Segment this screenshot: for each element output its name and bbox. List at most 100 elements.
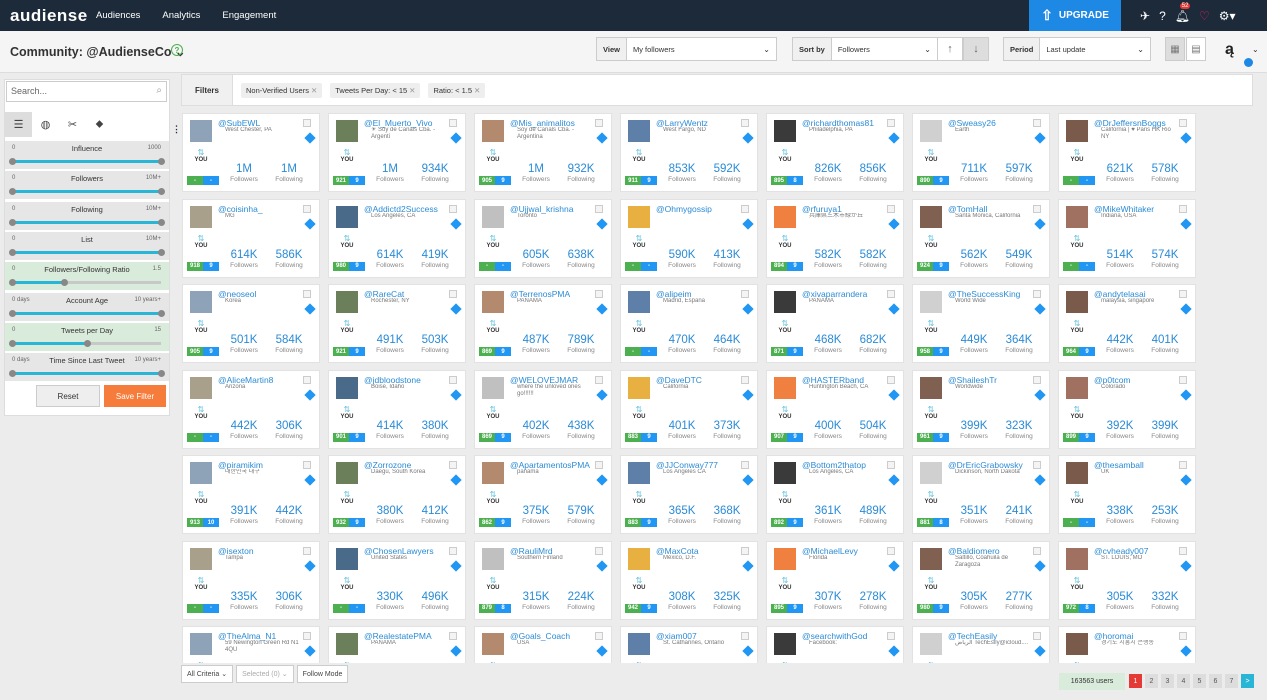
select-checkbox[interactable] [595,375,603,384]
profile-picture[interactable] [628,547,650,570]
profile-picture[interactable] [482,462,504,484]
slider-track[interactable] [9,339,161,347]
profile-picture[interactable] [336,205,358,228]
slider-track[interactable] [9,309,165,317]
rocket-icon[interactable]: ✈ [1140,9,1150,23]
tag-icon[interactable] [742,559,754,572]
tag-icon[interactable] [742,217,754,230]
search-input[interactable]: Search... ⌕ [6,81,167,102]
user-card[interactable]: @DaveDTC California ⇅ YOU 883 9 401K Followers 3… [620,369,758,449]
slider-3[interactable]: 0 List 10M+ [5,231,169,261]
sort-descending-button[interactable]: ↓ [963,37,989,61]
list-view-icon[interactable]: ▤ [1186,37,1206,61]
profile-picture[interactable] [1066,291,1088,313]
gear-icon[interactable]: ⚙▾ [1219,9,1236,23]
sort-ascending-button[interactable]: ↑ [937,37,963,61]
community-selector[interactable]: Community: @AudienseCo ⌄ [10,44,185,59]
profile-picture[interactable] [920,120,942,142]
select-checkbox[interactable] [1033,204,1041,213]
profile-picture[interactable] [1066,120,1088,142]
tag-icon[interactable] [596,217,608,230]
tag-icon[interactable] [888,132,900,144]
user-card[interactable]: @Baldiomero Saltillo, Coahuila de Zaragoz… [912,540,1050,620]
slider-handle[interactable] [9,370,16,378]
select-checkbox[interactable] [449,204,457,213]
tag-icon[interactable] [1180,303,1192,315]
slider-0[interactable]: 0 Influence 1000 [5,141,169,170]
select-checkbox[interactable] [741,375,749,384]
page-button[interactable]: 3 [1161,674,1174,688]
tag-icon[interactable] [1180,559,1192,572]
user-card[interactable]: @MikeWhitaker Indiana, USA ⇅ YOU - -514K Follo… [1058,198,1196,278]
user-card[interactable]: @neoseol Korea ⇅ YOU 905 9 501K Followers 584K Fo… [182,284,320,363]
page-button[interactable]: 5 [1193,674,1206,688]
help-icon[interactable]: ? [1159,9,1166,23]
tag-icon[interactable] [1034,388,1046,401]
profile-picture[interactable] [774,376,796,399]
user-card[interactable]: @Mis_animalitos Soy de Canals Cba. - Arge… [474,113,612,192]
slider-handle[interactable] [9,309,16,317]
profile-picture[interactable] [774,462,796,484]
tag-icon[interactable] [1034,217,1046,230]
tag-icon[interactable] [304,645,316,657]
profile-picture[interactable] [1066,376,1088,399]
select-checkbox[interactable] [449,461,457,469]
tag-icon[interactable] [304,132,316,144]
profile-picture[interactable] [628,120,650,142]
profile-picture[interactable] [482,205,504,228]
profile-picture[interactable] [920,633,942,655]
user-card[interactable]: @Sweasy26 Earth ⇅ YOU 890 9 711K Followers 597K F… [912,113,1050,192]
tag-icon[interactable] [450,474,462,486]
profile-picture[interactable] [190,291,212,313]
profile-picture[interactable] [190,376,212,399]
profile-picture[interactable] [482,291,504,313]
tag-icon[interactable] [596,645,608,657]
nav-analytics[interactable]: Analytics [162,10,200,21]
view-select[interactable]: View My followers ⌄ [596,37,777,61]
slider-handle[interactable] [158,309,165,317]
user-card[interactable]: @AliceMartin8 Arizona ⇅ YOU - -442K Followers 3… [182,369,320,449]
profile-picture[interactable] [482,547,504,570]
select-checkbox[interactable] [1179,290,1187,298]
slider-5[interactable]: 0 days Account Age 10 years+ [5,292,169,322]
user-card[interactable]: @Addictd2Success Los Angeles, CA ⇅ YOU 980 9 6… [328,198,466,278]
tag-icon[interactable] [596,388,608,401]
tag-icon[interactable] [450,645,462,657]
tag-icon[interactable] [888,645,900,657]
select-checkbox[interactable] [887,375,895,384]
user-card[interactable]: @El_Muerto_Vivo ☀ Soy de Canals Cba. - Ar… [328,113,466,192]
save-filter-button[interactable]: Save Filter [104,385,166,407]
profile-picture[interactable] [190,462,212,484]
select-checkbox[interactable] [449,119,457,127]
user-card[interactable]: @isexton Tampa ⇅ YOU - -335K Followers 306K Foll… [182,540,320,620]
profile-picture[interactable] [774,291,796,313]
sliders-tab-icon[interactable]: ☰ [5,112,32,137]
profile-picture[interactable] [336,120,358,142]
select-checkbox[interactable] [449,290,457,298]
slider-handle[interactable] [9,279,16,287]
profile-picture[interactable] [628,462,650,484]
profile-picture[interactable] [190,205,212,228]
user-card[interactable]: @piramikim 대한민국 대구 ⇅ YOU 913 10 391K Followers 4… [182,455,320,534]
user-card[interactable]: @HASTERband Huntington Beach, CA ⇅ YOU 907 9 4… [766,369,904,449]
select-checkbox[interactable] [595,119,603,127]
user-card[interactable]: @Goals_CoachUSA⇅ [474,626,612,663]
nav-audiences[interactable]: Audiences [96,10,140,21]
select-checkbox[interactable] [1179,119,1187,127]
select-checkbox[interactable] [303,375,311,384]
tag-icon[interactable] [888,303,900,315]
select-checkbox[interactable] [1033,290,1041,298]
tag-icon[interactable] [596,474,608,486]
profile-picture[interactable] [336,462,358,484]
select-checkbox[interactable] [303,632,311,640]
select-checkbox[interactable] [741,461,749,469]
slider-handle[interactable] [9,158,16,165]
profile-picture[interactable] [190,120,212,142]
profile-picture[interactable] [920,547,942,570]
slider-4[interactable]: 0 Followers/Following Ratio 1.5 [5,262,169,292]
close-icon[interactable]: ✕ [474,86,480,95]
select-checkbox[interactable] [303,119,311,127]
user-card[interactable]: @DrJeffersnBoggs California | ♥ Paris HK … [1058,113,1196,192]
slider-7[interactable]: 0 days Time Since Last Tweet 10 years+ [5,353,169,383]
select-checkbox[interactable] [887,119,895,127]
